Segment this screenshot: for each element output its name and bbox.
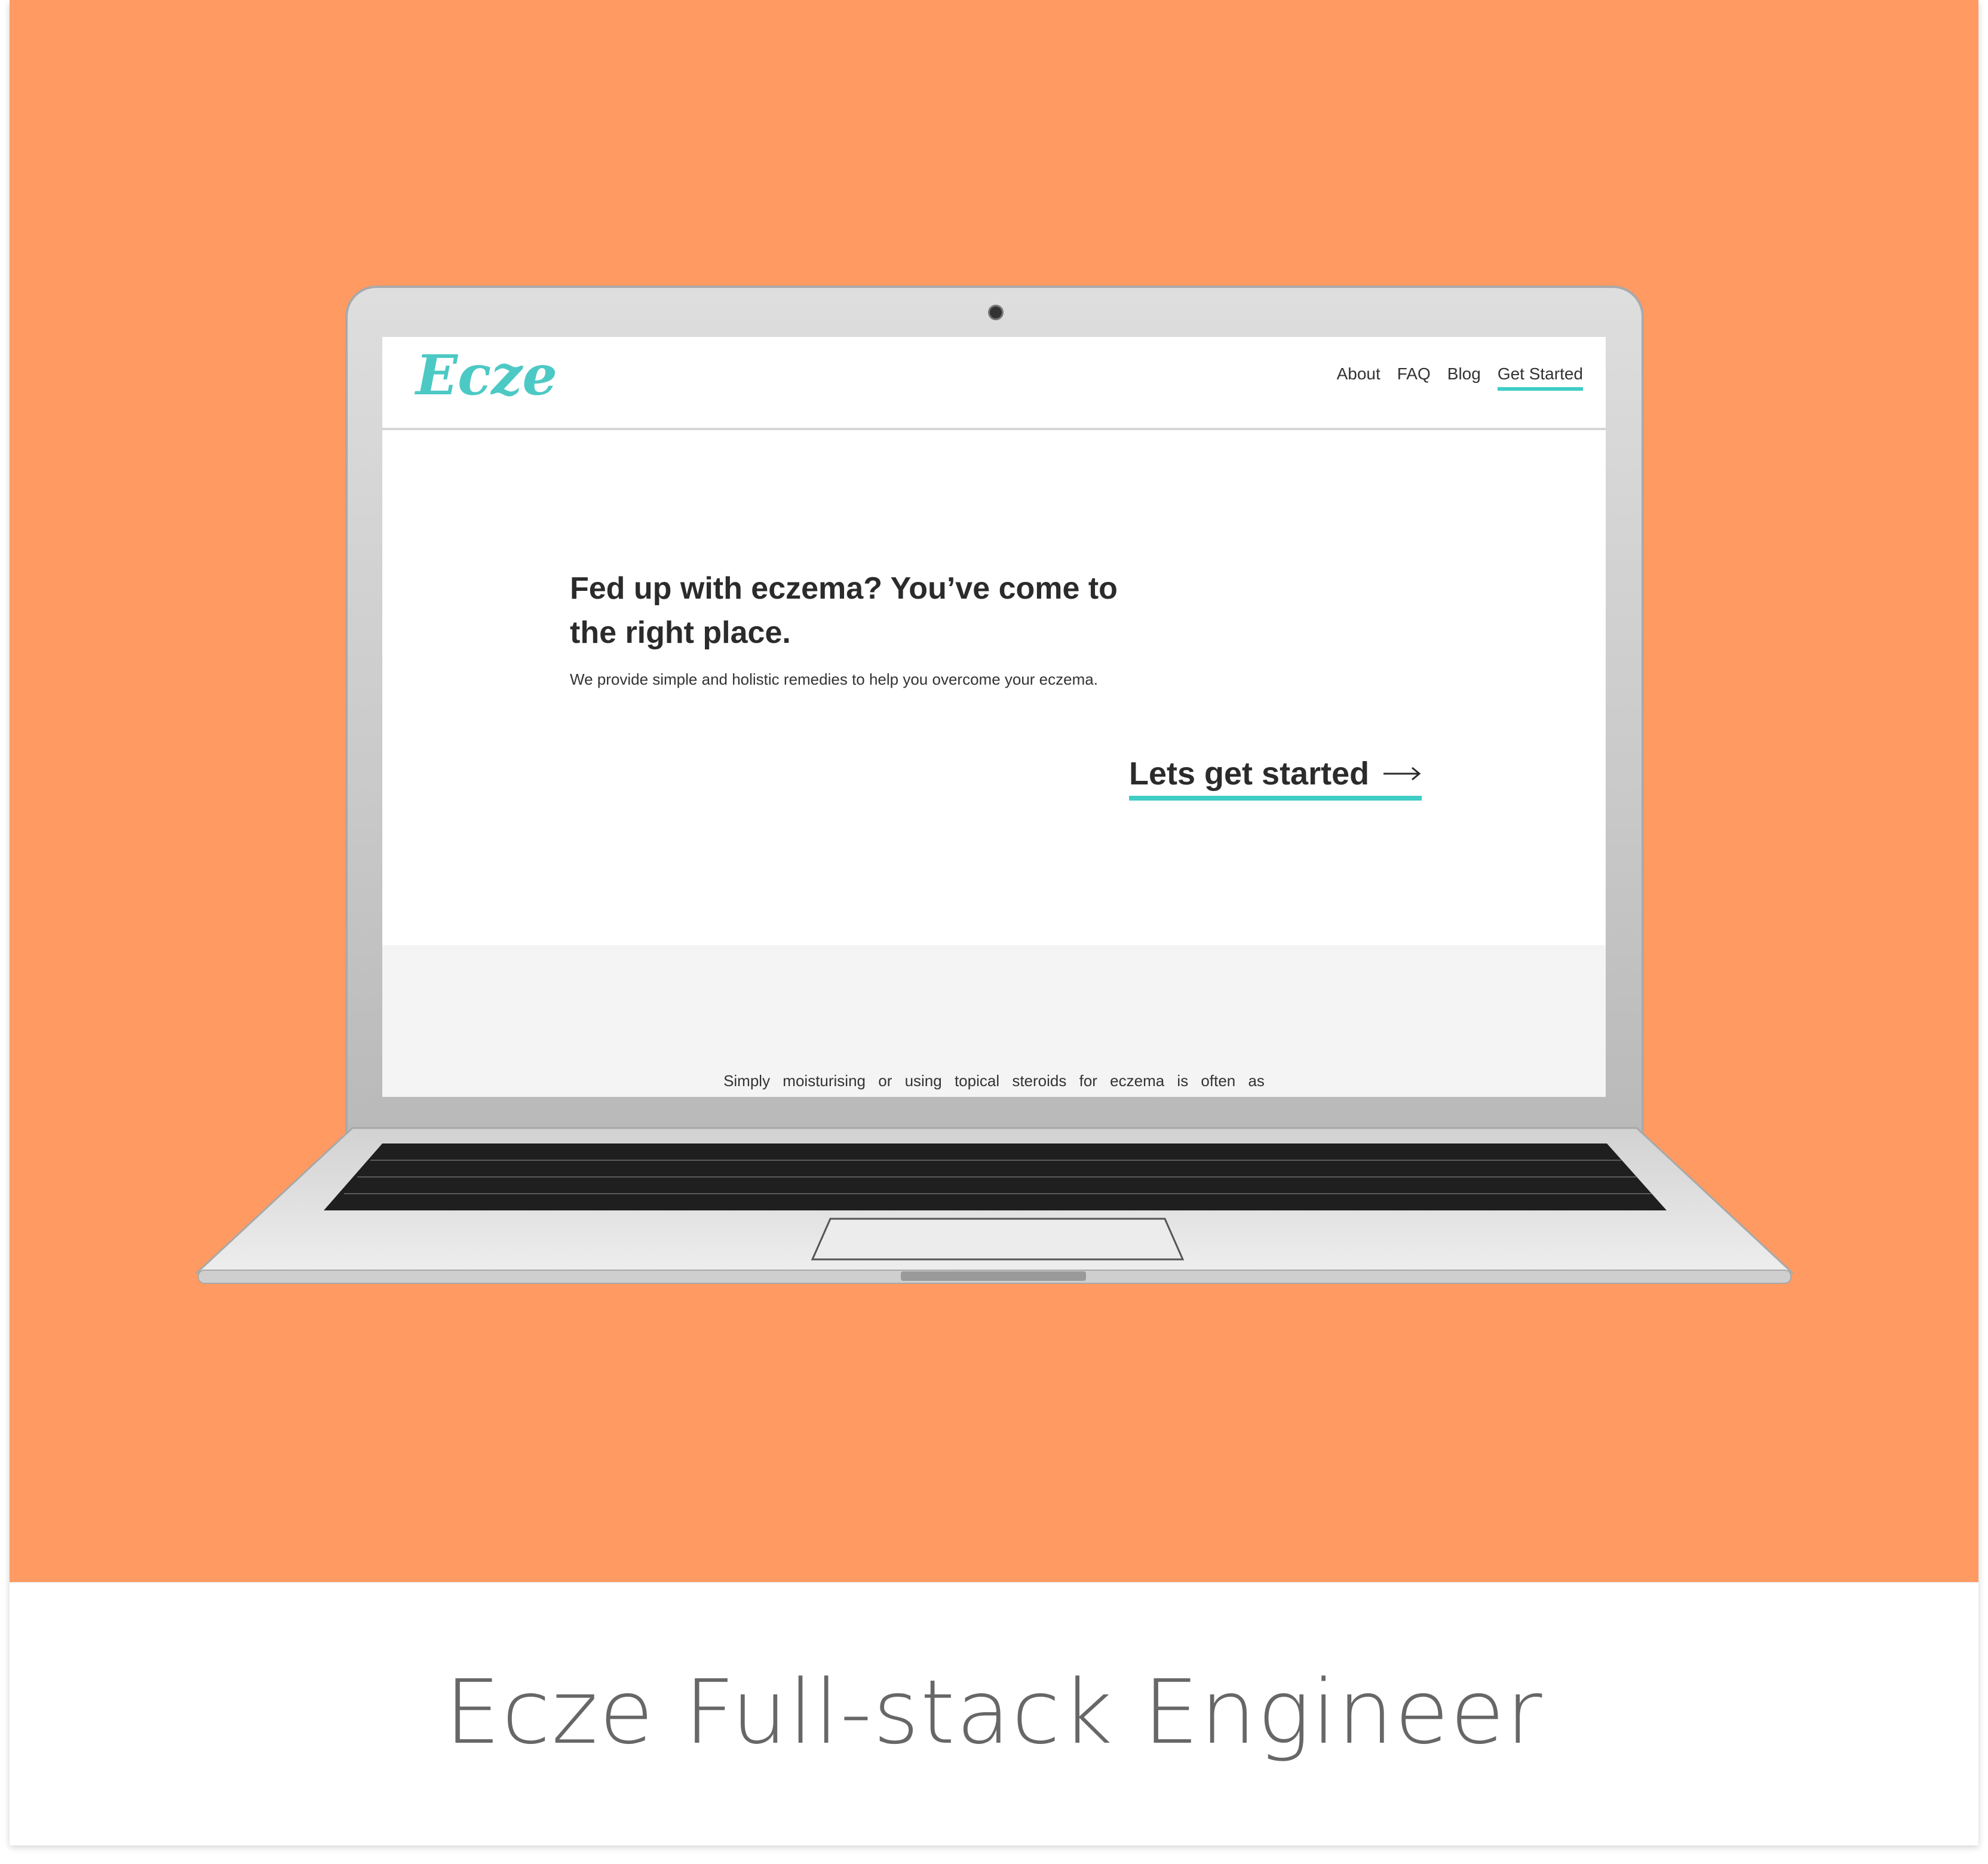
hero-title: Fed up with eczema? You’ve come to the r… [570, 571, 1118, 650]
site-logo[interactable]: Ecze [416, 343, 557, 407]
nav-blog[interactable]: Blog [1447, 364, 1481, 391]
laptop-screen: Ecze About FAQ Blog Get Started Fed up w… [382, 337, 1606, 1097]
nav-get-started[interactable]: Get Started [1497, 364, 1583, 391]
trackpad [811, 1218, 1185, 1261]
nav-faq[interactable]: FAQ [1397, 364, 1431, 391]
get-started-cta[interactable]: Lets get started [1129, 755, 1422, 801]
main-nav: About FAQ Blog Get Started [1337, 364, 1583, 391]
laptop-base [195, 1127, 1794, 1284]
info-band-text: Simply moisturising or using topical ste… [723, 1072, 1265, 1090]
hero-subtitle: We provide simple and holistic remedies … [570, 670, 1098, 688]
arrow-right-icon [1383, 767, 1421, 781]
project-caption: Ecze Full-stack Engineer [444, 1661, 1544, 1764]
site-header: Ecze About FAQ Blog Get Started [382, 337, 1606, 430]
camera-icon [988, 305, 1004, 320]
nav-about[interactable]: About [1337, 364, 1380, 391]
cta-label: Lets get started [1129, 756, 1370, 792]
